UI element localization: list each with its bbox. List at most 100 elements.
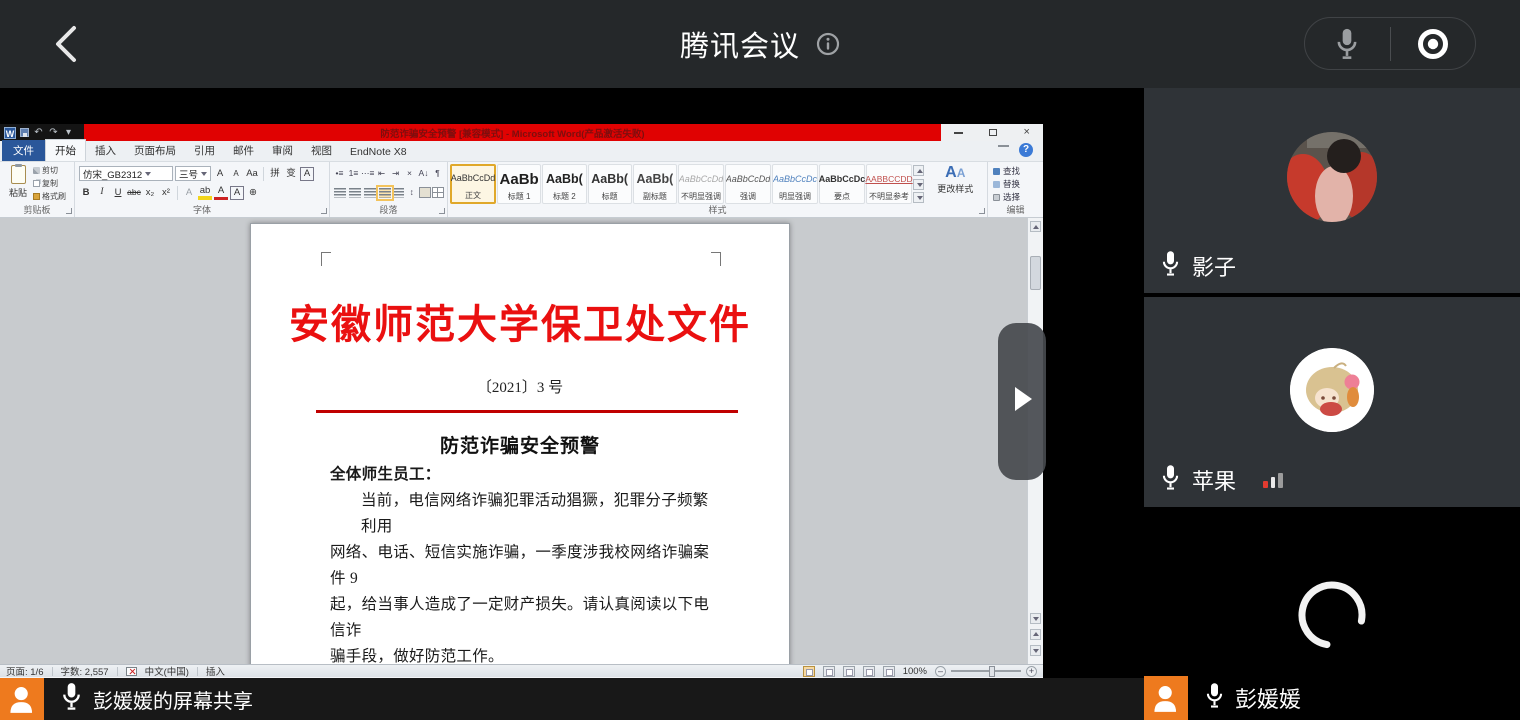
increase-indent-button[interactable]: ⇥ [389,166,402,181]
char-shading-button[interactable]: A [230,186,244,200]
restore-icon[interactable] [989,129,997,136]
zoom-in-icon[interactable]: + [1026,666,1037,677]
redo-icon[interactable]: ↷ [48,125,59,140]
info-icon[interactable] [816,32,840,56]
help-icon[interactable]: ? [1019,143,1033,157]
microphone-button[interactable] [1305,27,1390,61]
spellcheck-icon[interactable] [126,667,137,676]
asian-layout-button[interactable]: × [403,166,416,181]
copy-button[interactable]: 复制 [33,178,71,189]
style-heading2[interactable]: AaBb(标题 2 [542,164,586,204]
tab-page-layout[interactable]: 页面布局 [125,140,185,161]
enclose-characters-button[interactable]: ⊕ [246,185,260,200]
panel-expand-button[interactable] [998,323,1046,480]
style-heading1[interactable]: AaBb标题 1 [497,164,541,204]
find-button[interactable]: 查找 [993,165,1038,177]
word-logo-icon[interactable]: W [4,127,16,139]
qat-dropdown-icon[interactable]: ▾ [63,125,74,140]
scroll-up-icon[interactable] [1030,221,1041,232]
style-strong[interactable]: AaBbCcDc要点 [819,164,865,204]
gallery-up-icon[interactable] [913,165,924,176]
save-icon[interactable] [20,128,29,137]
dialog-launcher-icon[interactable] [321,208,327,214]
tab-insert[interactable]: 插入 [86,140,125,161]
web-layout-view-button[interactable] [843,666,855,677]
gallery-more-icon[interactable] [913,192,924,203]
bold-button[interactable]: B [79,185,93,200]
participant-tile[interactable]: 苹果 [1144,297,1520,507]
align-right-button[interactable] [364,188,376,198]
font-color-button[interactable]: A [214,185,228,200]
print-layout-view-button[interactable] [803,666,815,677]
next-page-icon[interactable] [1030,645,1041,656]
phonetic-guide-button[interactable]: 拼 [268,166,282,181]
style-title[interactable]: AaBb(标题 [588,164,632,204]
superscript-button[interactable]: x² [159,185,173,200]
font-name-combo[interactable]: 仿宋_GB2312 [79,166,173,181]
style-emphasis[interactable]: AaBbCcDd强调 [725,164,771,204]
undo-icon[interactable]: ↶ [33,125,44,140]
tab-home[interactable]: 开始 [45,139,86,161]
draft-view-button[interactable] [883,666,895,677]
collapse-ribbon-icon[interactable] [998,145,1009,153]
fullscreen-view-button[interactable] [823,666,835,677]
borders-button[interactable] [432,187,444,198]
participant-tile[interactable]: 影子 [1144,88,1520,293]
numbering-button[interactable]: 1≡ [347,166,360,181]
change-styles-button[interactable]: AA 更改样式 [925,164,985,204]
multilevel-list-button[interactable]: ⋯≡ [361,166,374,181]
cut-button[interactable]: 剪切 [33,165,71,176]
tab-endnote[interactable]: EndNote X8 [341,143,416,161]
previous-page-icon[interactable] [1030,629,1041,640]
record-button[interactable] [1391,28,1476,60]
font-size-combo[interactable]: 三号 [175,166,211,181]
select-button[interactable]: 选择 [993,191,1038,203]
tab-mailings[interactable]: 邮件 [224,140,263,161]
justify-button[interactable] [379,188,391,198]
show-marks-button[interactable]: ¶ [431,166,444,181]
style-subtle-reference[interactable]: AABBCCDD不明显参考 [866,164,912,204]
char-border-button[interactable]: A [300,167,314,181]
zoom-out-icon[interactable]: – [935,666,946,677]
char-convert-button[interactable]: 变 [284,166,298,181]
style-subtle-emphasis[interactable]: AaBbCcDd不明显强调 [678,164,724,204]
tab-file[interactable]: 文件 [2,140,45,161]
italic-button[interactable]: I [95,185,109,200]
style-normal[interactable]: AaBbCcDd正文 [450,164,496,204]
paste-button[interactable]: 粘贴 [3,164,33,204]
dialog-launcher-icon[interactable] [66,208,72,214]
microphone-icon[interactable] [60,682,83,716]
align-center-button[interactable] [349,188,361,198]
document-page[interactable]: 安徽师范大学保卫处文件 〔2021〕3 号 防范诈骗安全预警 全体师生员工： 当… [250,223,790,664]
grow-font-button[interactable]: A [213,166,227,181]
dialog-launcher-icon[interactable] [439,208,445,214]
subscript-button[interactable]: x₂ [143,185,157,200]
change-case-button[interactable]: Aa [245,166,259,181]
bullets-button[interactable]: •≡ [333,166,346,181]
tab-references[interactable]: 引用 [185,140,224,161]
scroll-down-icon[interactable] [1030,613,1041,624]
gallery-down-icon[interactable] [913,179,924,190]
shrink-font-button[interactable]: A [229,166,243,181]
dialog-launcher-icon[interactable] [979,208,985,214]
style-subtitle[interactable]: AaBb(副标题 [633,164,677,204]
align-left-button[interactable] [334,188,346,198]
distribute-button[interactable] [394,188,404,198]
zoom-track[interactable] [951,670,1021,672]
zoom-thumb[interactable] [989,666,995,677]
tab-view[interactable]: 视图 [302,140,341,161]
scrollbar-thumb[interactable] [1030,256,1041,290]
outline-view-button[interactable] [863,666,875,677]
strikethrough-button[interactable]: abc [127,185,141,200]
zoom-level[interactable]: 100% [903,666,927,677]
replace-button[interactable]: 替换 [993,178,1038,190]
minimize-icon[interactable] [954,132,963,134]
close-icon[interactable]: × [1023,127,1029,138]
highlight-color-button[interactable]: ab [198,185,212,200]
participant-tile[interactable]: 彭媛媛 [1144,511,1520,720]
underline-button[interactable]: U [111,185,125,200]
style-intense-emphasis[interactable]: AaBbCcDc明显强调 [772,164,818,204]
sort-button[interactable]: A↓ [417,166,430,181]
shading-button[interactable] [419,187,431,198]
format-painter-button[interactable]: 格式刷 [33,191,71,202]
